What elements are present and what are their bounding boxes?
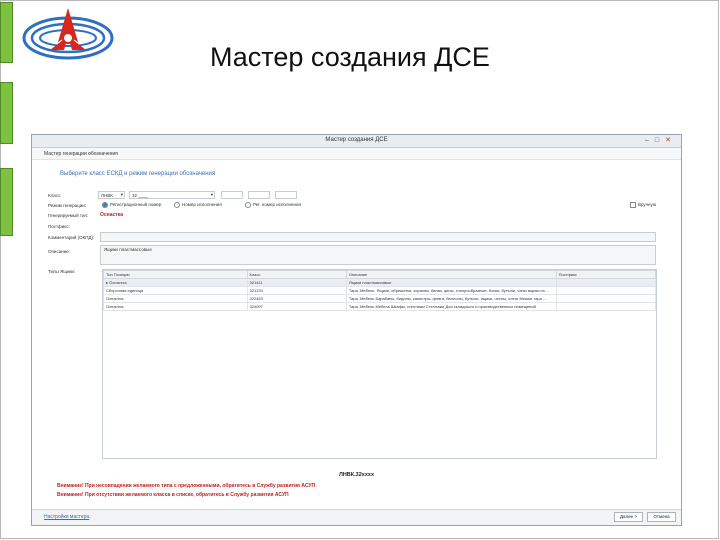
table-cell: Ящики пластмассовые xyxy=(345,278,557,287)
table-cell: 324097 xyxy=(246,302,347,311)
minimize-icon[interactable]: – xyxy=(645,137,655,144)
row-type: Оснастка xyxy=(106,304,124,309)
row-selector-icon: ▸ xyxy=(106,280,109,285)
radio-icon xyxy=(245,202,251,208)
table-cell: Оснастка xyxy=(103,294,248,303)
table-cell: 322453 xyxy=(246,294,347,303)
wizard-window: Мастер создания ДСЕ –□✕ Мастер генерации… xyxy=(31,134,682,526)
column-header[interactable]: Тип Позиции xyxy=(103,270,248,279)
table-cell xyxy=(555,278,657,287)
left-accent-bar xyxy=(0,82,13,144)
row-type: Сборочная единица xyxy=(106,288,144,293)
radio-icon xyxy=(174,202,180,208)
column-header[interactable]: Класс xyxy=(246,270,347,279)
next-button[interactable]: Далее > xyxy=(614,512,643,522)
table-cell: Тара. Мебель Барабаны, бидоны, канистры,… xyxy=(345,294,557,303)
radio-selected-icon xyxy=(102,202,108,208)
class-code-select[interactable]: 32 ____ ▾ xyxy=(129,191,215,199)
table-header-row: Тип Позиции Класс Описание Постфикс xyxy=(103,270,657,279)
type-value: Оснастка xyxy=(100,212,123,218)
table-row[interactable]: Оснастка 322453 Тара. Мебель Барабаны, б… xyxy=(103,294,657,303)
left-accent-bar xyxy=(0,168,13,236)
types-table: Тип Позиции Класс Описание Постфикс ▸ Ос… xyxy=(102,269,657,459)
mode-option-label: Рег. номер исполнения xyxy=(253,202,301,208)
table-cell: ▸ Оснастка xyxy=(103,278,248,287)
code-segment-input[interactable] xyxy=(248,191,270,199)
window-controls: –□✕ xyxy=(645,136,677,144)
table-row[interactable]: ▸ Оснастка 321411 Ящики пластмассовые xyxy=(103,278,657,287)
mode-option-label: Номер исполнения xyxy=(182,202,222,208)
table-cell: Тара. Мебель. Ящики, обрешетки, корзины,… xyxy=(345,286,557,295)
row-type: Оснастка xyxy=(109,280,127,285)
mode-radio-execution[interactable]: Номер исполнения xyxy=(174,202,222,208)
code-segment-input[interactable] xyxy=(221,191,243,199)
window-title: Мастер создания ДСЕ xyxy=(325,137,388,143)
wizard-header-label: Мастер генерации обозначения xyxy=(44,151,118,157)
types-label: Типы Ящики: xyxy=(48,269,76,274)
code-segment-input[interactable] xyxy=(275,191,297,199)
table-cell: Тара. Мебель Мебель Шкафы, стеллажи Стел… xyxy=(345,302,557,311)
mode-radio-registration-execution[interactable]: Рег. номер исполнения xyxy=(245,202,301,208)
chevron-down-icon: ▾ xyxy=(210,192,213,197)
wizard-header: Мастер генерации обозначения xyxy=(32,148,681,160)
row-type: Оснастка xyxy=(106,296,124,301)
type-label: Генерируемый тип: xyxy=(48,213,89,218)
maximize-icon[interactable]: □ xyxy=(655,137,665,144)
class-label: Класс: xyxy=(48,193,62,198)
mode-option-label: Регистрационный номер xyxy=(110,202,162,208)
table-cell: Оснастка xyxy=(103,302,248,311)
chevron-down-icon: ▾ xyxy=(120,192,123,197)
mode-radio-registration[interactable]: Регистрационный номер xyxy=(102,202,161,208)
postfix-label: Постфикс: xyxy=(48,224,70,229)
generated-code: ЛНВК.32хххх xyxy=(338,472,375,478)
checkbox-icon xyxy=(630,202,636,208)
column-header[interactable]: Описание xyxy=(345,270,557,279)
window-titlebar: Мастер создания ДСЕ –□✕ xyxy=(32,135,681,148)
close-icon[interactable]: ✕ xyxy=(665,137,677,144)
class-code-value: 32 ____ xyxy=(132,193,149,198)
warning-message: Внимание! При несовпадении желаемого тип… xyxy=(57,483,316,489)
comment-input[interactable] xyxy=(100,232,656,242)
table-cell xyxy=(555,294,657,303)
cancel-button[interactable]: Отмена xyxy=(647,512,676,522)
table-cell: Сборочная единица xyxy=(103,286,248,295)
manual-checkbox[interactable]: Вручную xyxy=(630,202,656,208)
class-prefix-value: ЛНВК xyxy=(101,193,113,198)
left-accent-bar xyxy=(0,2,13,63)
slide-title: Мастер создания ДСЕ xyxy=(210,42,490,72)
wizard-footer: Настройки мастера Далее > Отмена xyxy=(32,509,681,525)
warning-message: Внимание! При отсутствии желаемого класс… xyxy=(57,492,289,498)
description-input[interactable]: Ящики пластмассовые xyxy=(100,245,656,265)
types-table-grid: Тип Позиции Класс Описание Постфикс ▸ Ос… xyxy=(103,270,657,311)
column-header[interactable]: Постфикс xyxy=(555,270,657,279)
description-label: Описание: xyxy=(48,249,70,254)
wizard-prompt: Выберите класс ЕСКД и режим генерации об… xyxy=(60,171,216,177)
table-row[interactable]: Сборочная единица 321233 Тара. Мебель. Я… xyxy=(103,286,657,295)
class-prefix-select[interactable]: ЛНВК ▾ xyxy=(98,191,125,199)
settings-link[interactable]: Настройки мастера xyxy=(44,514,89,520)
table-row[interactable]: Оснастка 324097 Тара. Мебель Мебель Шкаф… xyxy=(103,302,657,311)
comment-label: Комментарий (ОКПД): xyxy=(48,235,95,240)
manual-checkbox-label: Вручную xyxy=(638,202,657,208)
table-cell: 321233 xyxy=(246,286,347,295)
table-cell xyxy=(555,286,657,295)
table-cell: 321411 xyxy=(246,278,347,287)
company-logo xyxy=(22,8,114,60)
table-cell xyxy=(555,302,657,311)
mode-label: Режим генерации: xyxy=(48,203,87,208)
description-value: Ящики пластмассовые xyxy=(104,247,152,252)
